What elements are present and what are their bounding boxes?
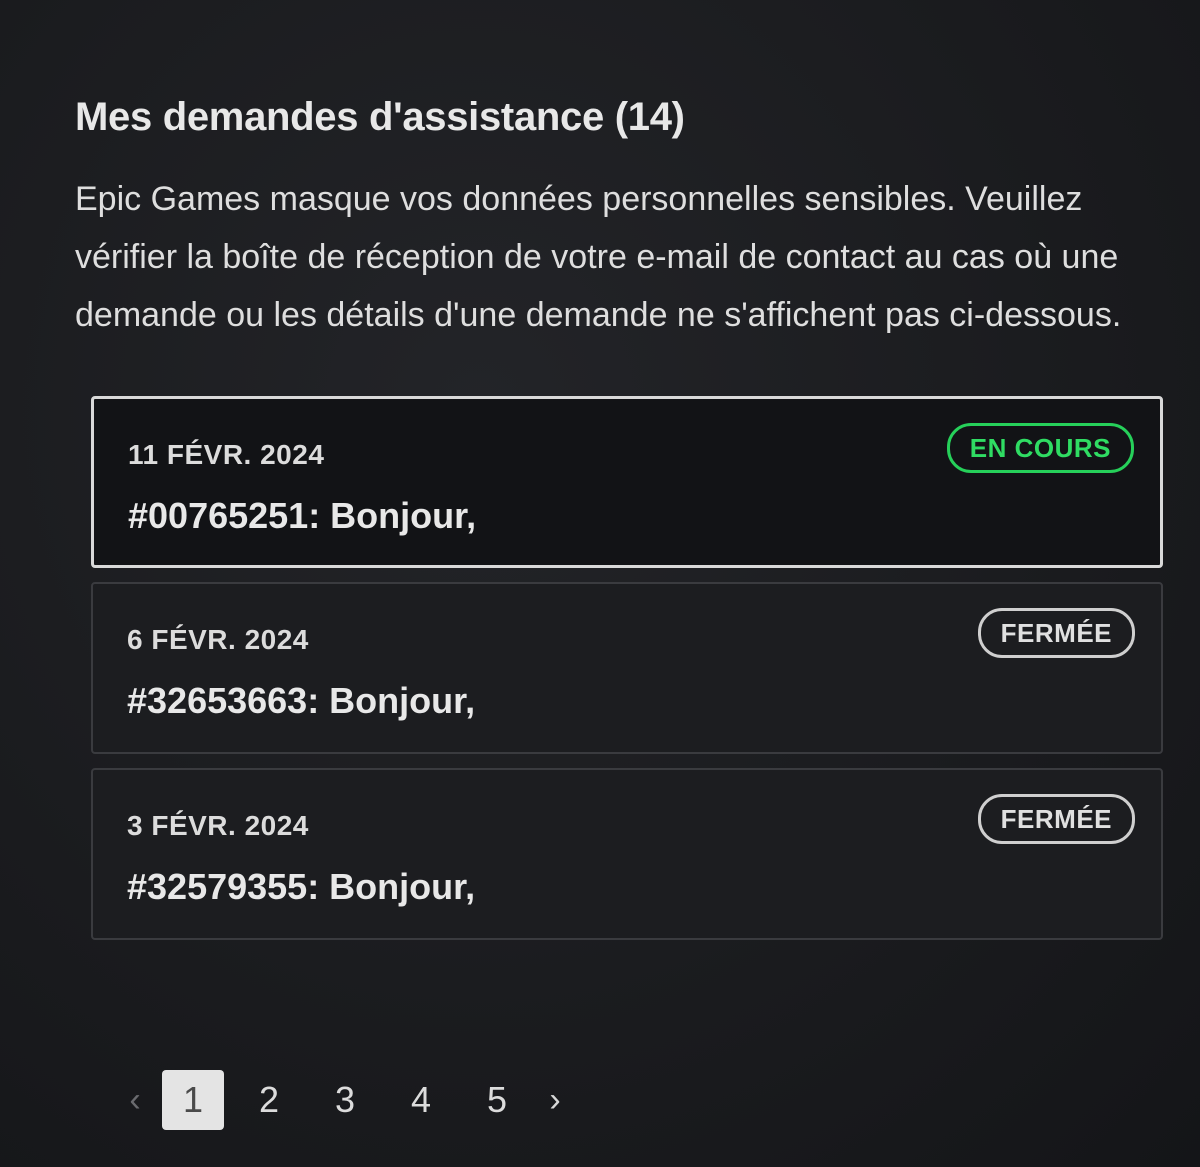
page-title: Mes demandes d'assistance (14) bbox=[75, 95, 685, 139]
page-button-3[interactable]: 3 bbox=[314, 1070, 376, 1130]
ticket-date: 3 FÉVR. 2024 bbox=[127, 810, 309, 841]
ticket-list: 11 FÉVR. 2024 #00765251: Bonjour, EN COU… bbox=[75, 396, 1165, 940]
ticket-date: 6 FÉVR. 2024 bbox=[127, 624, 309, 655]
status-badge-in-progress: EN COURS bbox=[946, 423, 1134, 473]
page-button-2[interactable]: 2 bbox=[238, 1070, 300, 1130]
chevron-right-icon[interactable]: › bbox=[535, 1070, 575, 1130]
ticket-subject: #32579355: Bonjour, bbox=[127, 866, 476, 907]
page-button-5[interactable]: 5 bbox=[466, 1070, 528, 1130]
ticket-date: 11 FÉVR. 2024 bbox=[128, 439, 325, 470]
ticket-subject: #32653663: Bonjour, bbox=[127, 680, 476, 721]
support-requests-page: Mes demandes d'assistance (14) Epic Game… bbox=[75, 95, 1165, 954]
ticket-subject: #00765251: Bonjour, bbox=[128, 495, 477, 536]
page-button-1[interactable]: 1 bbox=[162, 1070, 224, 1130]
ticket-card[interactable]: 11 FÉVR. 2024 #00765251: Bonjour, EN COU… bbox=[91, 396, 1163, 568]
page-button-4[interactable]: 4 bbox=[390, 1070, 452, 1130]
status-badge-closed: FERMÉE bbox=[977, 608, 1135, 658]
pagination: ‹ 1 2 3 4 5 › bbox=[115, 1068, 575, 1132]
privacy-notice: Epic Games masque vos données personnell… bbox=[75, 180, 1122, 334]
chevron-left-icon[interactable]: ‹ bbox=[115, 1070, 155, 1130]
ticket-card[interactable]: 3 FÉVR. 2024 #32579355: Bonjour, FERMÉE bbox=[91, 768, 1163, 940]
ticket-card[interactable]: 6 FÉVR. 2024 #32653663: Bonjour, FERMÉE bbox=[91, 582, 1163, 754]
status-badge-closed: FERMÉE bbox=[977, 794, 1135, 844]
